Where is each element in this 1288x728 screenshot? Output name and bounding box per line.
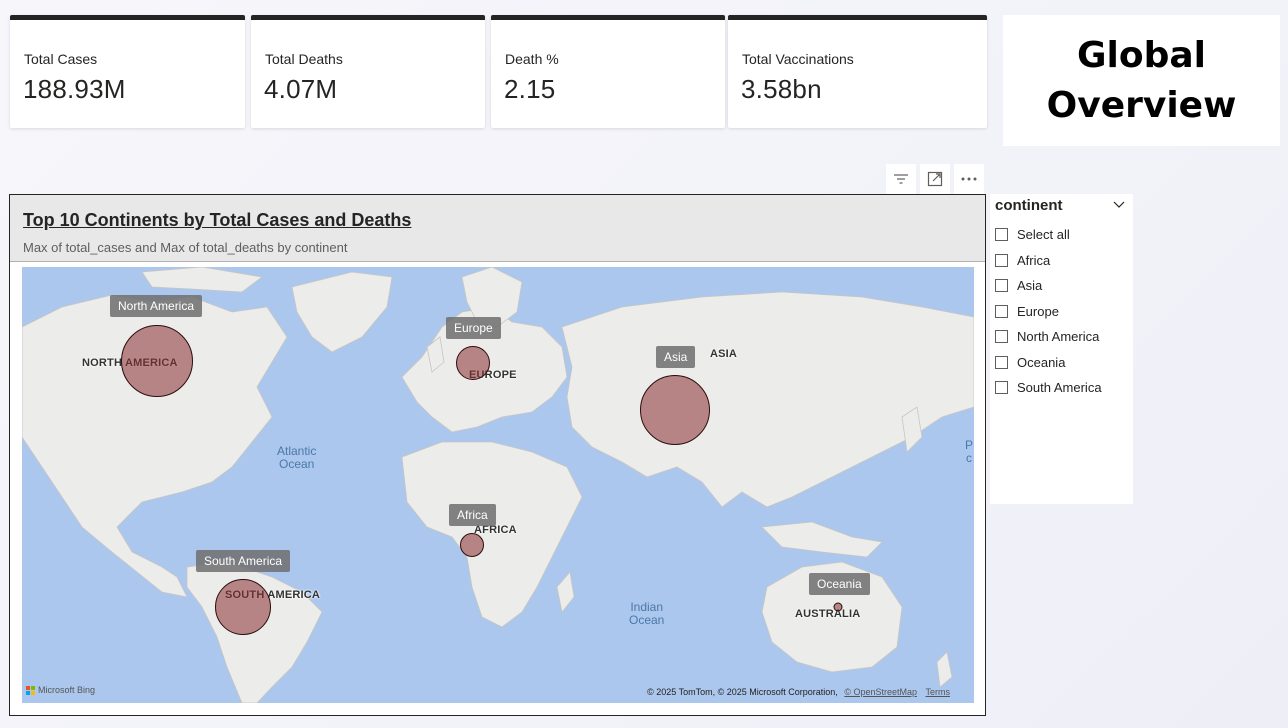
kpi-value: 3.58bn [741, 74, 822, 104]
terms-link[interactable]: Terms [926, 687, 951, 697]
visual-title: Top 10 Continents by Total Cases and Dea… [23, 210, 412, 230]
ocean-label-pacific: P c [965, 438, 974, 465]
slicer-item-label: South America [1017, 380, 1102, 396]
tooltip-oceania: Oceania [809, 573, 870, 595]
checkbox[interactable] [995, 228, 1008, 242]
bing-label: Microsoft Bing [38, 685, 96, 695]
checkbox[interactable] [995, 355, 1008, 369]
filter-icon [894, 174, 908, 184]
tooltip-europe: Europe [446, 317, 501, 339]
map-attribution: © 2025 TomTom, © 2025 Microsoft Corporat… [647, 687, 950, 697]
openstreetmap-link[interactable]: © OpenStreetMap [844, 687, 917, 697]
slicer-item-asia[interactable]: Asia [995, 273, 1102, 299]
page-title: Global Overview [1046, 34, 1237, 126]
slicer-item-oceania[interactable]: Oceania [995, 350, 1102, 376]
slicer-item-label: Select all [1017, 227, 1070, 243]
map-visual[interactable]: Top 10 Continents by Total Cases and Dea… [9, 194, 986, 716]
ocean-label-atlantic: Atlantic Ocean [277, 444, 317, 471]
slicer-item-north-america[interactable]: North America [995, 324, 1102, 350]
more-options-icon [961, 177, 977, 181]
visual-toolbar [886, 164, 984, 194]
slicer-item-list: Select all Africa Asia Europe North Amer… [995, 222, 1102, 401]
slicer-item-europe[interactable]: Europe [995, 299, 1102, 325]
tooltip-south-america: South America [196, 550, 291, 572]
filter-button[interactable] [886, 164, 916, 194]
tooltip-asia: Asia [656, 346, 696, 368]
bubble-oceania[interactable] [833, 602, 843, 612]
visual-header: Top 10 Continents by Total Cases and Dea… [10, 195, 985, 262]
visual-subtitle: Max of total_cases and Max of total_deat… [23, 240, 348, 255]
bubble-asia[interactable] [640, 375, 710, 445]
kpi-value: 2.15 [504, 74, 556, 104]
microsoft-bing-logo: Microsoft Bing [26, 685, 95, 695]
kpi-card-total-deaths[interactable]: Total Deaths 4.07M [251, 15, 485, 128]
kpi-label: Death % [505, 51, 559, 67]
tooltip-africa: Africa [449, 504, 496, 526]
kpi-card-death-percent[interactable]: Death % 2.15 [491, 15, 725, 128]
kpi-card-total-cases[interactable]: Total Cases 188.93M [10, 15, 245, 128]
world-map[interactable]: NORTH AMERICA EUROPE ASIA AFRICA SOUTH A… [22, 267, 974, 703]
focus-mode-button[interactable] [920, 164, 950, 194]
kpi-value: 4.07M [264, 74, 338, 104]
slicer-item-label: Oceania [1017, 354, 1066, 370]
slicer-header: continent [995, 197, 1063, 214]
slicer-item-label: North America [1017, 329, 1100, 345]
bubble-south-america[interactable] [215, 579, 271, 635]
bubble-europe[interactable] [456, 346, 490, 380]
focus-mode-icon [927, 171, 943, 187]
kpi-label: Total Cases [24, 51, 98, 67]
kpi-label: Total Deaths [265, 51, 343, 67]
checkbox[interactable] [995, 381, 1008, 395]
slicer-item-select-all[interactable]: Select all [995, 222, 1102, 248]
slicer-item-label: Asia [1017, 278, 1043, 294]
ocean-label-indian: Indian Ocean [629, 600, 665, 627]
attribution-text: © 2025 TomTom, © 2025 Microsoft Corporat… [647, 687, 838, 697]
slicer-item-label: Europe [1017, 303, 1059, 319]
more-options-button[interactable] [954, 164, 984, 194]
microsoft-logo-icon [26, 685, 35, 695]
map-label-asia: ASIA [710, 348, 738, 360]
map-label-australia: AUSTRALIA [795, 608, 861, 620]
kpi-label: Total Vaccinations [742, 51, 854, 67]
page-title-box: Global Overview [1003, 15, 1280, 146]
tooltip-north-america: North America [110, 295, 203, 317]
chevron-down-icon[interactable] [1113, 198, 1125, 210]
checkbox[interactable] [995, 330, 1008, 344]
slicer-item-label: Africa [1017, 252, 1051, 268]
slicer-item-south-america[interactable]: South America [995, 375, 1102, 401]
kpi-card-total-vaccinations[interactable]: Total Vaccinations 3.58bn [728, 15, 987, 128]
kpi-value: 188.93M [23, 74, 126, 104]
checkbox[interactable] [995, 304, 1008, 318]
bubble-north-america[interactable] [121, 325, 193, 397]
slicer-item-africa[interactable]: Africa [995, 248, 1102, 274]
continent-slicer: continent Select all Africa Asia Europe … [990, 194, 1133, 504]
bubble-africa[interactable] [460, 533, 484, 557]
checkbox[interactable] [995, 279, 1008, 293]
checkbox[interactable] [995, 253, 1008, 267]
